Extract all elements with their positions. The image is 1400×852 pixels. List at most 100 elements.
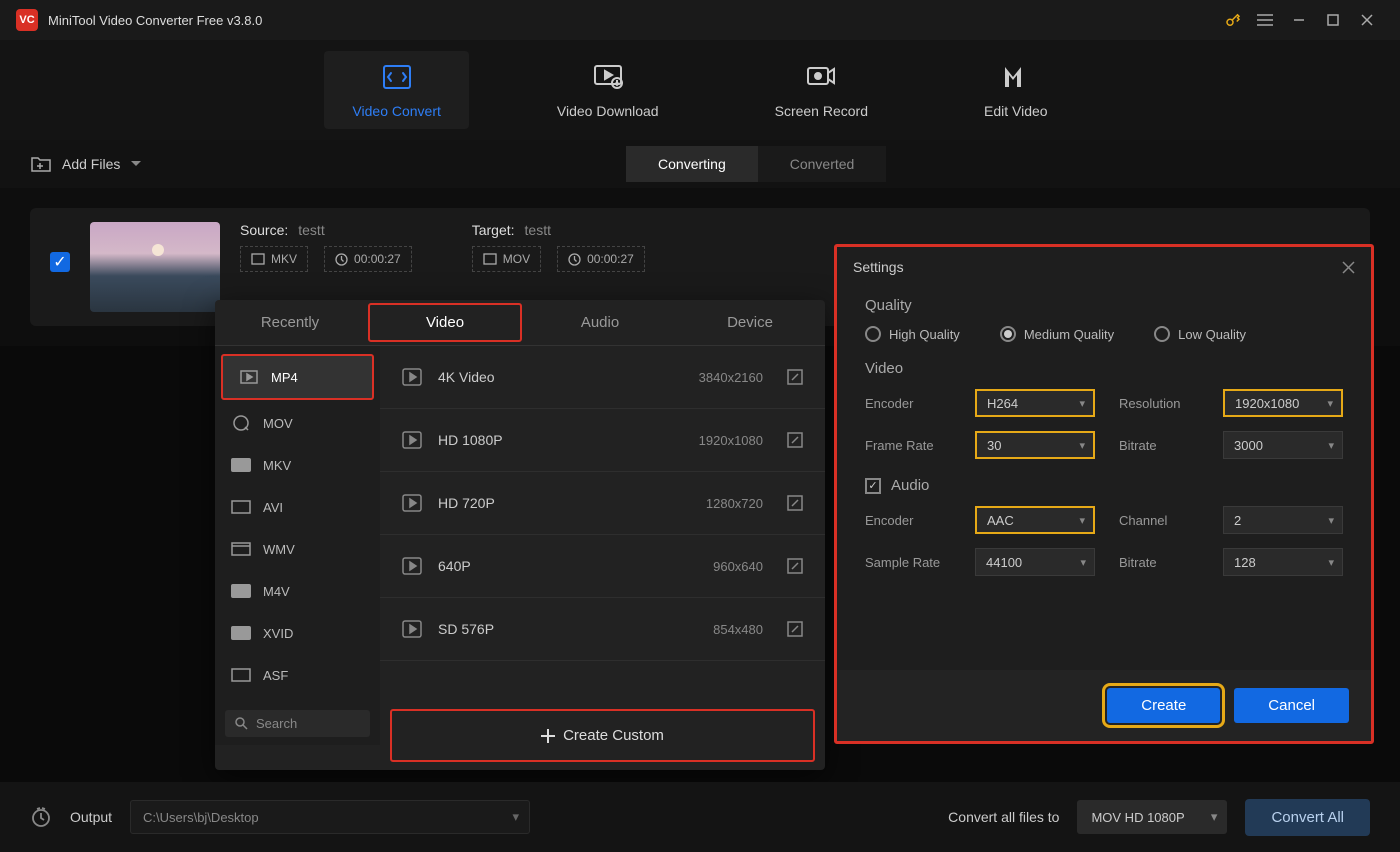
preset-item-640p[interactable]: 640P960x640 bbox=[380, 535, 825, 598]
target-preset-select[interactable]: MOV HD 1080P bbox=[1077, 800, 1227, 834]
create-button[interactable]: Create bbox=[1107, 688, 1220, 723]
format-tab-device[interactable]: Device bbox=[675, 300, 825, 345]
tab-video-convert[interactable]: Video Convert bbox=[324, 51, 468, 129]
preset-item-1080p[interactable]: HD 1080P1920x1080 bbox=[380, 409, 825, 472]
menu-icon[interactable] bbox=[1248, 8, 1282, 32]
play-icon bbox=[402, 492, 424, 514]
video-resolution-select[interactable]: 1920x1080 bbox=[1223, 389, 1343, 417]
wmv-icon bbox=[231, 540, 251, 558]
file-checkbox[interactable]: ✓ bbox=[50, 252, 70, 272]
record-icon bbox=[805, 61, 837, 93]
source-format-chip: MKV bbox=[240, 246, 308, 272]
audio-encoder-label: Encoder bbox=[865, 513, 951, 528]
search-icon bbox=[235, 717, 248, 730]
avi-icon bbox=[231, 498, 251, 516]
format-tab-audio[interactable]: Audio bbox=[525, 300, 675, 345]
minimize-button[interactable] bbox=[1282, 8, 1316, 32]
film-icon bbox=[251, 253, 265, 265]
download-icon bbox=[592, 61, 624, 93]
footer: Output C:\Users\bj\Desktop Convert all f… bbox=[0, 782, 1400, 852]
maximize-button[interactable] bbox=[1316, 8, 1350, 32]
mkv-icon bbox=[231, 456, 251, 474]
main-tabs: Video Convert Video Download Screen Reco… bbox=[0, 40, 1400, 140]
preset-item-576p[interactable]: SD 576P854x480 bbox=[380, 598, 825, 661]
format-tab-video[interactable]: Video bbox=[368, 303, 522, 342]
quicktime-icon bbox=[231, 414, 251, 432]
film-icon bbox=[483, 253, 497, 265]
format-item-xvid[interactable]: XVID bbox=[215, 612, 380, 654]
audio-channel-select[interactable]: 2 bbox=[1223, 506, 1343, 534]
xvid-icon bbox=[231, 624, 251, 642]
convert-icon bbox=[381, 61, 413, 93]
tab-video-download[interactable]: Video Download bbox=[529, 51, 687, 129]
format-item-mov[interactable]: MOV bbox=[215, 402, 380, 444]
edit-preset-icon[interactable] bbox=[787, 621, 803, 637]
file-thumbnail bbox=[90, 222, 220, 312]
tab-label: Screen Record bbox=[775, 103, 868, 119]
audio-enabled-checkbox[interactable]: ✓ bbox=[865, 478, 881, 494]
close-button[interactable] bbox=[1350, 8, 1384, 32]
key-icon[interactable] bbox=[1218, 8, 1248, 32]
target-name: testt bbox=[525, 222, 551, 238]
audio-samplerate-label: Sample Rate bbox=[865, 555, 951, 570]
preset-list[interactable]: 4K Video3840x2160 HD 1080P1920x1080 HD 7… bbox=[380, 346, 825, 703]
audio-channel-label: Channel bbox=[1119, 513, 1199, 528]
quality-high-radio[interactable]: High Quality bbox=[865, 326, 960, 342]
quality-section-title: Quality bbox=[865, 297, 1343, 314]
format-list[interactable]: MP4 MOV MKV AVI WMV M4V XVID ASF bbox=[215, 346, 380, 702]
video-framerate-select[interactable]: 30 bbox=[975, 431, 1095, 459]
format-item-mp4[interactable]: MP4 bbox=[221, 354, 374, 400]
play-icon bbox=[402, 555, 424, 577]
toolbar: Add Files Converting Converted bbox=[0, 140, 1400, 188]
clock-icon[interactable] bbox=[30, 806, 52, 828]
cancel-button[interactable]: Cancel bbox=[1234, 688, 1349, 723]
format-tab-recently[interactable]: Recently bbox=[215, 300, 365, 345]
edit-preset-icon[interactable] bbox=[787, 495, 803, 511]
preset-item-720p[interactable]: HD 720P1280x720 bbox=[380, 472, 825, 535]
format-item-avi[interactable]: AVI bbox=[215, 486, 380, 528]
audio-bitrate-select[interactable]: 128 bbox=[1223, 548, 1343, 576]
settings-panel: Settings Quality High Quality Medium Qua… bbox=[834, 244, 1374, 744]
audio-samplerate-select[interactable]: 44100 bbox=[975, 548, 1095, 576]
settings-close-icon[interactable] bbox=[1342, 261, 1355, 274]
quality-low-radio[interactable]: Low Quality bbox=[1154, 326, 1246, 342]
settings-title: Settings bbox=[853, 259, 904, 275]
output-path-select[interactable]: C:\Users\bj\Desktop bbox=[130, 800, 530, 834]
play-icon bbox=[402, 366, 424, 388]
plus-icon bbox=[541, 729, 555, 743]
preset-item-4k[interactable]: 4K Video3840x2160 bbox=[380, 346, 825, 409]
status-tabs: Converting Converted bbox=[626, 146, 886, 182]
tab-screen-record[interactable]: Screen Record bbox=[747, 51, 896, 129]
source-name: testt bbox=[298, 222, 324, 238]
quality-medium-radio[interactable]: Medium Quality bbox=[1000, 326, 1114, 342]
edit-preset-icon[interactable] bbox=[787, 369, 803, 385]
add-files-button[interactable]: Add Files bbox=[30, 154, 142, 174]
tab-label: Edit Video bbox=[984, 103, 1048, 119]
add-file-icon bbox=[30, 154, 52, 174]
tab-converted[interactable]: Converted bbox=[758, 146, 887, 182]
tab-converting[interactable]: Converting bbox=[626, 146, 758, 182]
app-logo: VC bbox=[16, 9, 38, 31]
format-item-m4v[interactable]: M4V bbox=[215, 570, 380, 612]
audio-encoder-select[interactable]: AAC bbox=[975, 506, 1095, 534]
video-encoder-label: Encoder bbox=[865, 396, 951, 411]
tab-edit-video[interactable]: Edit Video bbox=[956, 51, 1076, 129]
edit-preset-icon[interactable] bbox=[787, 432, 803, 448]
target-label: Target: bbox=[472, 222, 515, 238]
tab-label: Video Convert bbox=[352, 103, 440, 119]
edit-icon bbox=[1001, 61, 1031, 93]
convert-all-button[interactable]: Convert All bbox=[1245, 799, 1370, 836]
video-bitrate-select[interactable]: 3000 bbox=[1223, 431, 1343, 459]
clock-icon bbox=[568, 253, 581, 266]
format-item-wmv[interactable]: WMV bbox=[215, 528, 380, 570]
create-custom-button[interactable]: Create Custom bbox=[390, 709, 815, 762]
format-search-box[interactable]: Search bbox=[215, 702, 380, 745]
edit-preset-icon[interactable] bbox=[787, 558, 803, 574]
video-encoder-select[interactable]: H264 bbox=[975, 389, 1095, 417]
format-item-mkv[interactable]: MKV bbox=[215, 444, 380, 486]
source-duration-chip: 00:00:27 bbox=[324, 246, 412, 272]
format-item-asf[interactable]: ASF bbox=[215, 654, 380, 696]
audio-bitrate-label: Bitrate bbox=[1119, 555, 1199, 570]
app-title: MiniTool Video Converter Free v3.8.0 bbox=[48, 13, 262, 28]
target-format-chip: MOV bbox=[472, 246, 541, 272]
